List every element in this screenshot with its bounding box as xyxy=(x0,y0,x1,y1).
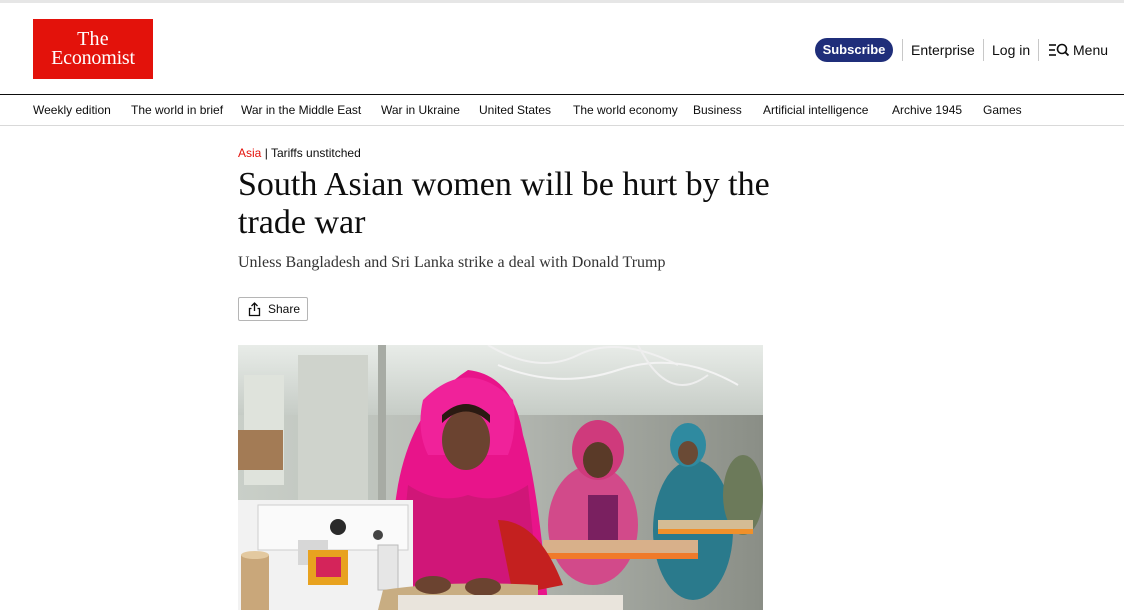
article-rubric: Asia | Tariffs unstitched xyxy=(238,146,361,160)
nav-united-states[interactable]: United States xyxy=(479,103,551,117)
section-link[interactable]: Asia xyxy=(238,146,261,160)
nav-war-ukraine[interactable]: War in Ukraine xyxy=(381,103,460,117)
header-divider xyxy=(902,39,903,61)
menu-link[interactable]: Menu xyxy=(1073,41,1108,59)
economist-logo[interactable]: The Economist xyxy=(33,19,153,79)
nav-world-in-brief[interactable]: The world in brief xyxy=(131,103,223,117)
nav-business[interactable]: Business xyxy=(693,103,742,117)
enterprise-link[interactable]: Enterprise xyxy=(911,41,975,59)
rubric-text: Tariffs unstitched xyxy=(270,146,361,160)
share-icon xyxy=(248,302,261,317)
nav-archive-1945[interactable]: Archive 1945 xyxy=(892,103,962,117)
share-button[interactable]: Share xyxy=(238,297,308,321)
article-standfirst: Unless Bangladesh and Sri Lanka strike a… xyxy=(238,254,666,271)
logo-line-2: Economist xyxy=(51,47,135,69)
search-menu-icon[interactable] xyxy=(1048,42,1070,58)
nav-artificial-intelligence[interactable]: Artificial intelligence xyxy=(763,103,868,117)
header-divider xyxy=(1038,39,1039,61)
nav-world-economy[interactable]: The world economy xyxy=(573,103,678,117)
nav-war-middle-east[interactable]: War in the Middle East xyxy=(241,103,361,117)
section-nav: Weekly edition The world in brief War in… xyxy=(0,94,1124,126)
nav-games[interactable]: Games xyxy=(983,103,1022,117)
login-link[interactable]: Log in xyxy=(992,41,1030,59)
article-headline: South Asian women will be hurt by the tr… xyxy=(238,166,770,241)
rubric-divider: | xyxy=(264,146,268,160)
article-hero-image xyxy=(238,345,763,610)
site-header: The Economist Subscribe Enterprise Log i… xyxy=(0,3,1124,94)
nav-weekly-edition[interactable]: Weekly edition xyxy=(33,103,111,117)
subscribe-button[interactable]: Subscribe xyxy=(815,38,893,62)
share-label: Share xyxy=(268,302,301,316)
header-divider xyxy=(983,39,984,61)
